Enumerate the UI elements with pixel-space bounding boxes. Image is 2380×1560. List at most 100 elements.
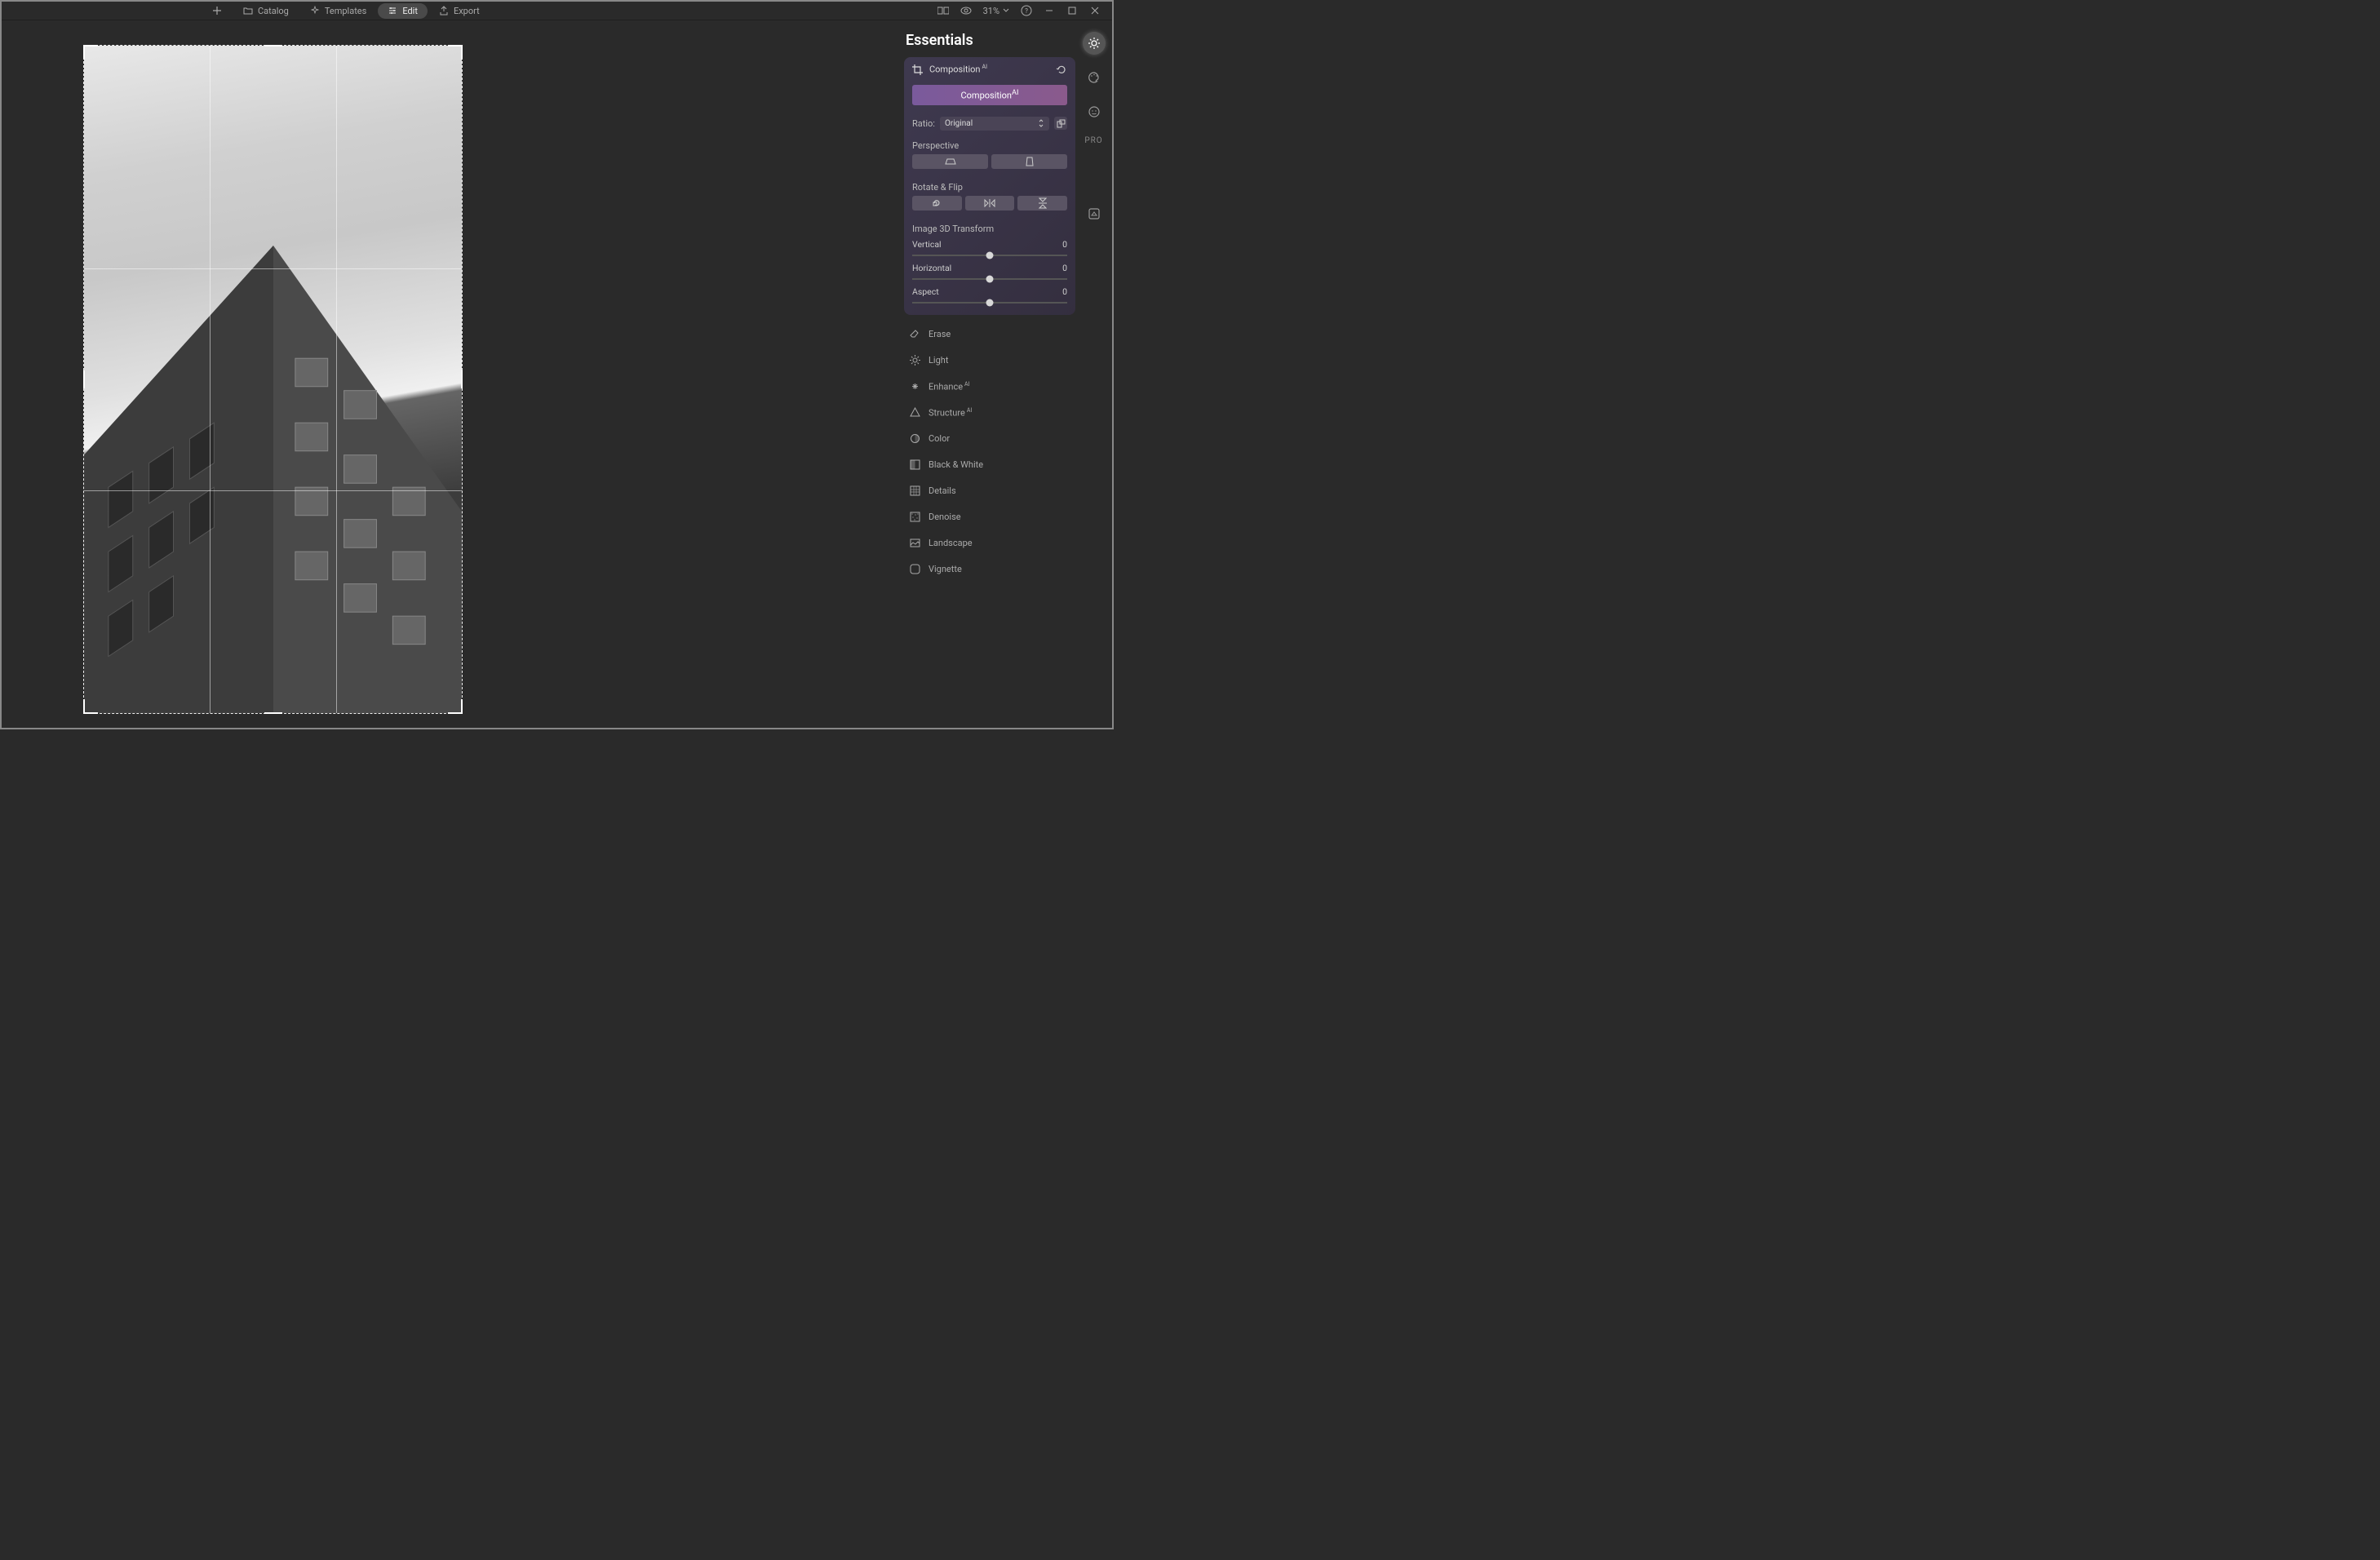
aspect-slider-label: Aspect [912, 286, 939, 297]
crop-handle-top-right[interactable] [448, 45, 463, 60]
edit-button[interactable]: Edit [378, 3, 428, 19]
rotate-button[interactable] [912, 196, 962, 211]
crop-handle-bottom-left[interactable] [83, 699, 98, 714]
tool-label: Vignette [929, 564, 962, 574]
eraser-icon [909, 329, 920, 340]
window-minimize[interactable] [1044, 5, 1055, 16]
details-icon [909, 485, 920, 497]
structure-icon [909, 407, 920, 419]
zoom-control[interactable]: 31% [983, 6, 1009, 16]
perspective-v-icon [1026, 157, 1034, 166]
tool-label: Enhance [929, 381, 963, 392]
horizontal-slider[interactable]: Horizontal 0 [904, 261, 1075, 285]
crop-icon [912, 64, 923, 75]
crop-frame[interactable] [83, 45, 463, 714]
flip-vertical-button[interactable] [1017, 196, 1067, 211]
window-close[interactable] [1089, 5, 1101, 16]
add-button[interactable] [202, 3, 232, 18]
tool-color[interactable]: Color [904, 426, 1075, 452]
export-icon [439, 6, 449, 16]
aspect-slider[interactable]: Aspect 0 [904, 285, 1075, 315]
transform-label: Image 3D Transform [904, 217, 1075, 237]
essentials-panel: Essentials CompositionAI CompositionAI R… [904, 20, 1075, 728]
composition-ai-button[interactable]: CompositionAI [912, 85, 1067, 105]
catalog-button[interactable]: Catalog [233, 3, 299, 19]
ratio-label: Ratio: [912, 118, 935, 129]
folder-icon [243, 6, 253, 16]
crop-handle-top[interactable] [264, 45, 282, 47]
layers-tab[interactable] [1083, 202, 1106, 225]
perspective-h-icon [944, 157, 957, 166]
help-button[interactable]: ? [1021, 5, 1032, 16]
catalog-label: Catalog [258, 6, 289, 16]
horizontal-slider-value: 0 [1062, 263, 1067, 273]
orientation-toggle[interactable] [1054, 117, 1067, 130]
tool-landscape[interactable]: Landscape [904, 530, 1075, 556]
crop-handle-right[interactable] [461, 370, 463, 388]
tool-structure[interactable]: StructureAI [904, 400, 1075, 426]
flip-h-icon [984, 199, 995, 207]
enhance-icon [909, 381, 920, 392]
tool-label: Erase [929, 329, 951, 339]
rotate-flip-label: Rotate & Flip [904, 175, 1075, 196]
top-toolbar: Catalog Templates Edit Export [2, 2, 1112, 20]
creative-tab[interactable] [1083, 66, 1106, 89]
reset-icon[interactable] [1056, 64, 1067, 75]
crop-handle-bottom[interactable] [264, 712, 282, 714]
slider-thumb[interactable] [986, 251, 994, 259]
bw-icon [909, 459, 920, 471]
crop-handle-left[interactable] [83, 370, 85, 388]
chevron-down-icon [1003, 7, 1009, 14]
vertical-slider-label: Vertical [912, 239, 942, 250]
slider-thumb[interactable] [986, 299, 994, 306]
sun-icon [909, 355, 920, 366]
templates-button[interactable]: Templates [300, 3, 376, 19]
crop-handle-top-left[interactable] [83, 45, 98, 60]
rotate-icon [932, 198, 942, 208]
tool-black-white[interactable]: Black & White [904, 452, 1075, 478]
export-button[interactable]: Export [429, 3, 490, 19]
plus-icon [212, 6, 222, 16]
window-maximize[interactable] [1066, 5, 1078, 16]
pro-tab[interactable]: PRO [1084, 135, 1102, 147]
composition-header[interactable]: CompositionAI [904, 57, 1075, 82]
zoom-value: 31% [983, 6, 999, 16]
perspective-horizontal-button[interactable] [912, 154, 988, 169]
tool-denoise[interactable]: Denoise [904, 504, 1075, 530]
crop-handle-bottom-right[interactable] [448, 699, 463, 714]
photo-preview [84, 46, 462, 713]
tool-details[interactable]: Details [904, 478, 1075, 504]
tool-vignette[interactable]: Vignette [904, 556, 1075, 583]
sun-icon [1088, 37, 1101, 50]
updown-icon [1038, 119, 1044, 127]
pro-label: PRO [1084, 136, 1102, 145]
ratio-value: Original [945, 119, 973, 128]
edit-label: Edit [402, 6, 418, 16]
aspect-slider-value: 0 [1062, 286, 1067, 297]
preview-icon[interactable] [960, 5, 972, 16]
perspective-vertical-button[interactable] [991, 154, 1067, 169]
tool-light[interactable]: Light [904, 348, 1075, 374]
tool-enhance[interactable]: EnhanceAI [904, 374, 1075, 400]
tool-label: Light [929, 355, 948, 366]
tool-label: Denoise [929, 512, 961, 522]
vertical-slider[interactable]: Vertical 0 [904, 237, 1075, 261]
landscape-icon [909, 538, 920, 549]
vertical-slider-value: 0 [1062, 239, 1067, 250]
ratio-select[interactable]: Original [940, 117, 1049, 131]
tool-label: Details [929, 485, 956, 496]
portrait-tab[interactable] [1083, 100, 1106, 123]
vignette-icon [909, 564, 920, 575]
slider-thumb[interactable] [986, 275, 994, 282]
perspective-label: Perspective [904, 134, 1075, 154]
compare-icon[interactable] [937, 5, 949, 16]
sparkle-icon [310, 6, 320, 16]
tool-erase[interactable]: Erase [904, 321, 1075, 348]
flip-horizontal-button[interactable] [965, 196, 1015, 211]
sliders-icon [388, 6, 397, 16]
essentials-tab[interactable] [1083, 32, 1106, 55]
color-icon [909, 433, 920, 445]
right-toolstrip: PRO [1075, 20, 1112, 728]
palette-icon [1088, 71, 1101, 84]
composition-label: Composition [929, 64, 981, 75]
